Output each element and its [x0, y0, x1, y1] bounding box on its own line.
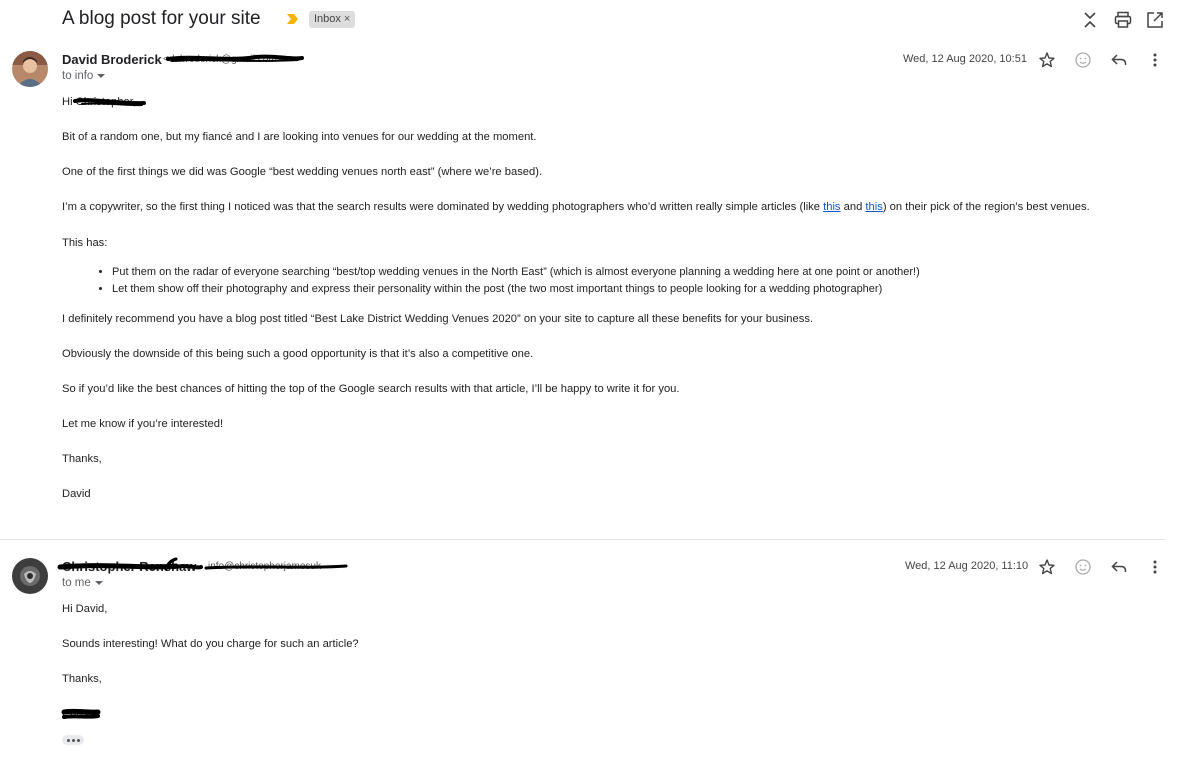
- print-icon[interactable]: [1113, 10, 1133, 30]
- email-subject: A blog post for your site: [62, 8, 261, 29]
- paragraph: Thanks,: [62, 673, 102, 685]
- greeting: Hi Christopher,: [62, 96, 136, 108]
- recipients-dropdown[interactable]: to info: [62, 70, 106, 82]
- paragraph: Let me know if you’re interested!: [62, 418, 224, 430]
- message-date: Wed, 12 Aug 2020, 11:10: [905, 560, 1029, 572]
- recipients-text: to me: [62, 577, 91, 589]
- open-in-new-window-icon[interactable]: [1145, 10, 1165, 30]
- emoji-reaction-icon[interactable]: [1074, 51, 1092, 69]
- paragraph: So if you’d like the best chances of hit…: [62, 383, 680, 395]
- recipients-dropdown[interactable]: to me: [62, 577, 103, 589]
- chevron-down-icon: [97, 73, 106, 78]
- dot: [67, 739, 70, 742]
- message-date: Wed, 12 Aug 2020, 10:51: [903, 53, 1027, 65]
- paragraph-text: I’m a copywriter, so the first thing I n…: [62, 201, 824, 213]
- sender-avatar[interactable]: [12, 51, 48, 87]
- star-icon[interactable]: [1038, 558, 1056, 576]
- emoji-reaction-icon[interactable]: [1074, 558, 1092, 576]
- label-chip-text: Inbox: [314, 13, 341, 25]
- paragraph: Sounds interesting! What do you charge f…: [62, 638, 359, 650]
- remove-label-icon[interactable]: ×: [344, 13, 350, 25]
- dot: [77, 739, 80, 742]
- chevron-down-icon: [94, 580, 103, 585]
- paragraph: Thanks,: [62, 453, 102, 465]
- show-trimmed-content-button[interactable]: [62, 735, 84, 745]
- paragraph-text: ) on their pick of the region’s best ven…: [882, 201, 1090, 213]
- bullet-list: Put them on the radar of everyone search…: [62, 264, 920, 298]
- reply-icon[interactable]: [1110, 558, 1128, 576]
- recipients-text: to info: [62, 70, 94, 82]
- collapse-all-icon[interactable]: [1080, 10, 1100, 30]
- list-item: Let them show off their photography and …: [112, 281, 920, 298]
- list-item: Put them on the radar of everyone search…: [112, 264, 920, 281]
- paragraph: One of the first things we did was Googl…: [62, 166, 543, 178]
- dot: [72, 739, 75, 742]
- paragraph: Bit of a random one, but my fiancé and I…: [62, 131, 537, 143]
- importance-marker-icon[interactable]: [286, 12, 300, 26]
- label-chip-inbox[interactable]: Inbox ×: [309, 11, 356, 28]
- sender-email: <dabroderick@gmail.com>: [163, 54, 283, 65]
- sender-name[interactable]: David Broderick: [62, 52, 162, 67]
- greeting: Hi David,: [62, 603, 108, 615]
- sender-avatar[interactable]: [12, 558, 48, 594]
- reply-icon[interactable]: [1110, 51, 1128, 69]
- signature: David: [62, 488, 91, 500]
- more-options-icon[interactable]: [1146, 51, 1164, 69]
- paragraph: I definitely recommend you have a blog p…: [62, 313, 814, 325]
- star-icon[interactable]: [1038, 51, 1056, 69]
- more-options-icon[interactable]: [1146, 558, 1164, 576]
- message-divider: [0, 539, 1165, 540]
- sender-name[interactable]: Christopher Renshaw: [62, 559, 196, 574]
- paragraph: This has:: [62, 237, 108, 249]
- signature: Chris: [62, 708, 89, 720]
- paragraph: Obviously the downside of this being suc…: [62, 348, 534, 360]
- link-this-2[interactable]: this: [865, 201, 882, 213]
- paragraph: I’m a copywriter, so the first thing I n…: [62, 201, 1090, 213]
- sender-email: info@christopherjamesuk: [208, 561, 321, 572]
- paragraph-text: and: [840, 201, 866, 213]
- link-this-1[interactable]: this: [823, 201, 840, 213]
